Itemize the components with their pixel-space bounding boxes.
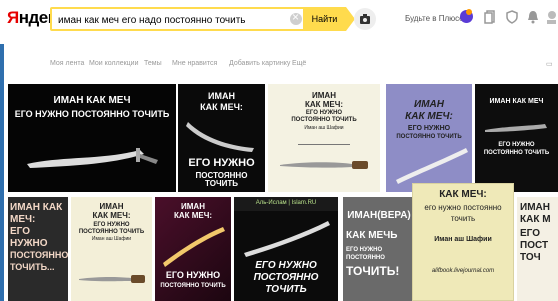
image-caption: Иман аш Шафии <box>434 236 492 243</box>
image-caption: ПОСТОЯННО <box>346 255 385 261</box>
sword-illustration <box>485 124 547 132</box>
header-bar: Яндекс Найти Будьте в Плюсе <box>0 0 558 44</box>
image-caption: КАК М <box>520 214 551 225</box>
filter-topics[interactable]: Темы <box>144 60 162 67</box>
image-caption: МЕЧ: <box>10 214 36 225</box>
sword-illustration <box>163 227 225 267</box>
image-caption: Иман аш Шафии <box>304 125 344 131</box>
collections-icon[interactable] <box>484 10 496 24</box>
image-caption: ПОСТОЯННО <box>253 272 319 283</box>
image-filters-bar: Моя лента Мои коллекции Темы Мне нравитс… <box>0 60 558 74</box>
image-caption: ИМАН КАК <box>10 202 63 213</box>
image-caption: ПОСТОЯННО <box>10 250 68 260</box>
image-result[interactable]: ИМАН КАК МЕЧ: ЕГО НУЖНО ПОСТОЯННО ТОЧИТЬ <box>386 84 472 192</box>
image-result-hovered[interactable]: КАК МЕЧ: его нужно постоянно точить Иман… <box>412 183 514 301</box>
image-result[interactable]: Аль-Ислам | Islam.RU ЕГО НУЖНО ПОСТОЯННО… <box>234 197 338 301</box>
image-caption: КАК МЕЧ: <box>439 189 487 200</box>
image-caption: КАК МЕЧ: <box>304 100 344 109</box>
image-result[interactable]: ИМАН КАК МЕЧ: ЕГО НУЖНО ПОСТОЯННО ТОЧИТЬ… <box>71 197 152 301</box>
image-result[interactable]: ИМАН КАК МЕЧ: ЕГО НУЖНО ПОСТОЯННО ТОЧИТЬ… <box>268 84 380 192</box>
image-result[interactable]: ИМАН КАК МЕЧ: ЕГО НУЖНО ПОСТОЯННО ТОЧИТЬ… <box>8 197 68 301</box>
image-caption: КАК МЕЧ: <box>405 111 453 122</box>
image-caption: ЕГО НУЖНО <box>165 270 221 280</box>
image-caption: ПОСТОЯННО ТОЧИТЬ <box>160 283 226 289</box>
view-toggle-icon[interactable]: ▭ <box>546 60 553 68</box>
image-caption: КАК МЕЧЬ <box>346 230 398 241</box>
image-caption: ИМАН <box>414 99 444 110</box>
filter-my-collections[interactable]: Мои коллекции <box>89 60 139 67</box>
sword-illustration <box>396 148 468 184</box>
image-caption: ПОСТОЯННО ТОЧИТЬ <box>291 117 357 123</box>
image-source-label: Аль-Ислам | Islam.RU <box>255 200 317 206</box>
avatar[interactable] <box>546 10 556 24</box>
image-caption: ЕГО НУЖНО <box>346 247 383 253</box>
image-caption: ТОЧИТЬ! <box>346 264 400 278</box>
filter-more[interactable]: Ещё <box>292 60 306 67</box>
sword-illustration <box>244 221 330 257</box>
search-input[interactable] <box>58 12 288 28</box>
image-caption: ЕГО НУЖНО <box>305 110 343 116</box>
image-caption: точить <box>450 214 476 223</box>
image-caption: ЕГО НУЖНО <box>93 222 130 228</box>
image-caption: ЕГО НУЖНО <box>498 142 535 148</box>
divider <box>298 144 350 145</box>
image-caption: Иман аш Шафии <box>91 236 132 242</box>
image-result[interactable]: ИМАН КАК МЕЧ: ЕГО НУЖНО ПОСТОЯННО ТОЧИТЬ <box>155 197 231 301</box>
clear-search-icon[interactable] <box>290 10 302 25</box>
image-result[interactable]: ИМАН КАК МЕЧ ЕГО НУЖНО ПОСТОЯННО ТОЧИТЬ <box>8 84 176 192</box>
sword-illustration <box>27 148 158 168</box>
image-caption: ЕГО НУЖНО <box>255 260 317 271</box>
image-caption: ИМАН <box>208 91 235 101</box>
image-result[interactable]: ИМАН КАК МЕЧ ЕГО НУЖНО ПОСТОЯННО ТОЧИТЬ <box>475 84 558 192</box>
image-watermark: alifbook.livejournal.com <box>431 268 495 274</box>
dagger-illustration <box>79 275 145 283</box>
image-caption: ПОСТОЯННО ТОЧИТЬ <box>195 171 248 189</box>
image-caption: ИМАН КАК МЕЧ <box>53 95 131 106</box>
image-caption: ЕГО <box>10 226 30 237</box>
window-left-edge <box>0 0 4 301</box>
image-caption: ТОЧИТЬ <box>265 284 307 295</box>
bell-icon[interactable] <box>527 10 539 24</box>
filter-my-feed[interactable]: Моя лента <box>50 60 84 67</box>
plus-promo-link[interactable]: Будьте в Плюсе <box>405 14 464 23</box>
image-caption: ЕГО НУЖНО ПОСТОЯННО ТОЧИТЬ <box>14 109 170 119</box>
image-caption: ЕГО НУЖНО <box>188 157 255 169</box>
plus-icon[interactable] <box>460 9 473 23</box>
image-caption: ЕГО <box>520 228 540 239</box>
sword-illustration <box>186 122 254 152</box>
dagger-illustration <box>280 161 368 169</box>
image-caption: ЕГО НУЖНО <box>407 125 451 132</box>
image-caption: КАК МЕЧ: <box>173 211 213 220</box>
search-form: Найти <box>50 7 355 31</box>
image-search-camera-button[interactable] <box>354 8 376 30</box>
image-caption: ИМАН КАК МЕЧ <box>489 98 544 105</box>
shield-icon[interactable] <box>506 10 518 24</box>
image-result[interactable]: ИМАН(ВЕРА) КАК МЕЧЬ ЕГО НУЖНО ПОСТОЯННО … <box>343 197 415 301</box>
filter-add-image[interactable]: Добавить картинку <box>229 60 290 67</box>
image-result[interactable]: ИМАН КАК МЕЧ: ЕГО НУЖНО ПОСТОЯННО ТОЧИТЬ <box>178 84 265 192</box>
image-caption: КАК МЕЧ: <box>92 211 131 220</box>
camera-icon <box>360 14 370 24</box>
image-caption: ПОСТОЯННО ТОЧИТЬ <box>396 134 462 140</box>
image-caption: его нужно постоянно <box>424 203 502 212</box>
image-caption: ПОСТ <box>520 240 549 251</box>
image-caption: ИМАН <box>520 202 550 213</box>
search-button[interactable]: Найти <box>303 7 346 31</box>
image-caption: ТОЧИТЬ... <box>10 262 55 272</box>
filter-liked[interactable]: Мне нравится <box>172 60 217 67</box>
image-caption: ПОСТОЯННО ТОЧИТЬ <box>78 229 145 235</box>
image-caption: ИМАН(ВЕРА) <box>347 210 411 221</box>
image-caption: ПОСТОЯННО ТОЧИТЬ <box>483 150 550 156</box>
image-caption: ТОЧ <box>520 252 541 263</box>
image-caption: НУЖНО <box>10 238 48 249</box>
image-caption: КАК МЕЧ: <box>200 102 243 112</box>
image-result[interactable]: ИМАН КАК М ЕГО ПОСТ ТОЧ <box>517 197 558 301</box>
